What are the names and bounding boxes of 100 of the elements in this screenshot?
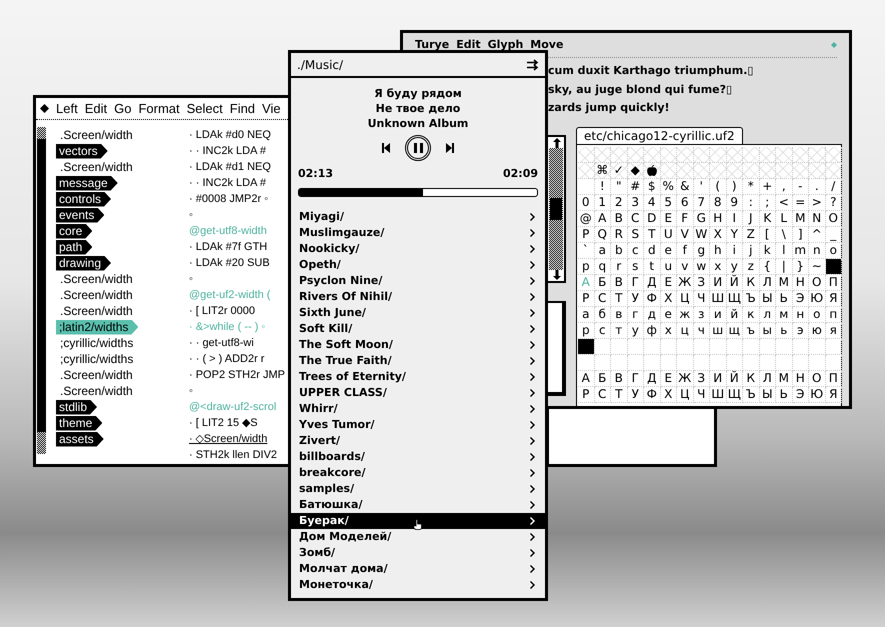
- menu-item[interactable]: Select: [186, 98, 223, 118]
- character-cell[interactable]: I: [732, 212, 736, 224]
- menu-item[interactable]: Edit: [84, 98, 108, 118]
- character-cell[interactable]: w: [696, 260, 706, 272]
- character-cell[interactable]: p: [582, 260, 590, 272]
- character-cell[interactable]: е: [664, 308, 672, 320]
- tag-label[interactable]: theme: [56, 416, 102, 430]
- symbol-label[interactable]: .Screen/width: [56, 287, 133, 303]
- menu-item[interactable]: Format: [138, 98, 180, 118]
- character-cell[interactable]: У: [632, 388, 639, 400]
- character-cell[interactable]: О: [812, 372, 822, 384]
- character-cell[interactable]: м: [779, 308, 788, 320]
- character-cell[interactable]: Э: [796, 388, 804, 400]
- symbol-label[interactable]: .Screen/width: [56, 159, 133, 175]
- folder-item[interactable]: Nookicky/: [291, 240, 545, 256]
- symbol-label[interactable]: ;cyrillic/widths: [56, 351, 134, 367]
- character-cell[interactable]: +: [762, 180, 772, 192]
- character-cell[interactable]: ж: [679, 308, 690, 320]
- folder-item[interactable]: Yves Tumor/: [291, 416, 545, 432]
- character-cell[interactable]: ц: [680, 324, 689, 336]
- character-cell[interactable]: Ш: [711, 388, 724, 400]
- character-cell[interactable]: В: [614, 276, 623, 288]
- file-tab[interactable]: etc/chicago12-cyrillic.uf2: [576, 126, 743, 144]
- character-cell[interactable]: K: [763, 212, 772, 224]
- character-cell[interactable]: D: [647, 212, 656, 224]
- character-cell[interactable]: J: [748, 212, 753, 224]
- character-cell[interactable]: A: [598, 212, 606, 224]
- character-cell[interactable]: \: [782, 228, 786, 240]
- character-cell[interactable]: П: [828, 372, 838, 384]
- character-cell[interactable]: Ъ: [746, 292, 756, 304]
- tag-label[interactable]: events: [56, 208, 104, 222]
- character-cell[interactable]: П: [828, 276, 838, 288]
- tag-label[interactable]: controls: [56, 192, 112, 206]
- character-cell[interactable]: f: [682, 244, 687, 256]
- character-cell[interactable]: #: [630, 180, 640, 192]
- folder-item[interactable]: Psyclon Nine/: [291, 272, 545, 288]
- character-cell[interactable]: :: [748, 196, 753, 208]
- character-cell[interactable]: И: [713, 276, 722, 288]
- character-cell[interactable]: Q: [598, 228, 607, 240]
- character-cell[interactable]: d: [648, 244, 656, 256]
- character-cell[interactable]: H: [713, 212, 722, 224]
- character-cell[interactable]: З: [697, 276, 706, 288]
- character-cell[interactable]: О: [812, 276, 822, 288]
- symbol-label[interactable]: .Screen/width: [56, 127, 133, 143]
- character-cell[interactable]: А: [582, 372, 590, 384]
- character-cell[interactable]: 4: [648, 196, 656, 208]
- skip-back-icon[interactable]: [381, 143, 391, 153]
- character-cell[interactable]: В: [614, 372, 623, 384]
- character-cell[interactable]: Z: [746, 228, 755, 240]
- character-cell[interactable]: Щ: [728, 388, 741, 400]
- character-cell[interactable]: Й: [730, 276, 739, 288]
- character-cell[interactable]: i: [732, 244, 736, 256]
- character-cell[interactable]: F: [681, 212, 688, 224]
- character-cell[interactable]: u: [664, 260, 672, 272]
- character-cell[interactable]: (: [715, 180, 720, 192]
- character-cell[interactable]: v: [681, 260, 688, 272]
- folder-item[interactable]: The True Faith/: [291, 352, 545, 368]
- pause-button[interactable]: [405, 135, 431, 161]
- character-cell[interactable]: ~: [812, 260, 822, 272]
- character-cell[interactable]: п: [829, 308, 838, 320]
- character-cell[interactable]: 7: [697, 196, 706, 208]
- character-cell[interactable]: С: [598, 292, 606, 304]
- character-cell[interactable]: n: [812, 244, 821, 256]
- character-cell[interactable]: Ы: [762, 292, 773, 304]
- menu-item[interactable]: Go: [114, 98, 132, 118]
- character-cell[interactable]: ;: [765, 196, 770, 208]
- scroll-thumb[interactable]: [550, 198, 562, 220]
- character-cell[interactable]: G: [696, 212, 706, 224]
- character-cell[interactable]: 8: [714, 196, 722, 208]
- filled-glyph[interactable]: [578, 338, 594, 354]
- folder-item[interactable]: The Soft Moon/: [291, 336, 545, 352]
- character-cell[interactable]: e: [664, 244, 672, 256]
- character-cell[interactable]: b: [614, 244, 623, 256]
- character-cell[interactable]: Р: [582, 388, 590, 400]
- character-cell[interactable]: ⌘: [596, 164, 608, 176]
- symbol-label[interactable]: .Screen/width: [56, 367, 133, 383]
- character-cell[interactable]: г: [632, 308, 638, 320]
- folder-item[interactable]: Дом Моделей/: [291, 528, 545, 544]
- skip-forward-icon[interactable]: [445, 143, 455, 153]
- character-cell[interactable]: s: [632, 260, 638, 272]
- character-cell[interactable]: j: [749, 244, 752, 256]
- folder-item[interactable]: Opeth/: [291, 256, 545, 272]
- character-cell[interactable]: Ш: [711, 292, 724, 304]
- character-cell[interactable]: И: [713, 372, 722, 384]
- character-cell[interactable]: C: [631, 212, 640, 224]
- character-cell[interactable]: y: [730, 260, 738, 272]
- character-cell[interactable]: Ю: [810, 388, 824, 400]
- menu-item[interactable]: Find: [230, 98, 256, 118]
- folder-item[interactable]: UPPER CLASS/: [291, 384, 545, 400]
- character-cell[interactable]: Е: [664, 276, 672, 288]
- character-cell[interactable]: Б: [598, 372, 606, 384]
- character-cell[interactable]: и: [714, 308, 722, 320]
- character-cell[interactable]: R: [614, 228, 623, 240]
- character-cell[interactable]: >: [812, 196, 822, 208]
- character-cell[interactable]: 0: [582, 196, 590, 208]
- character-cell[interactable]: Д: [647, 276, 656, 288]
- character-cell[interactable]: Ц: [680, 388, 690, 400]
- folder-item[interactable]: Sixth June/: [291, 304, 545, 320]
- character-cell[interactable]: у: [632, 324, 639, 336]
- tag-label[interactable]: vectors: [56, 144, 108, 158]
